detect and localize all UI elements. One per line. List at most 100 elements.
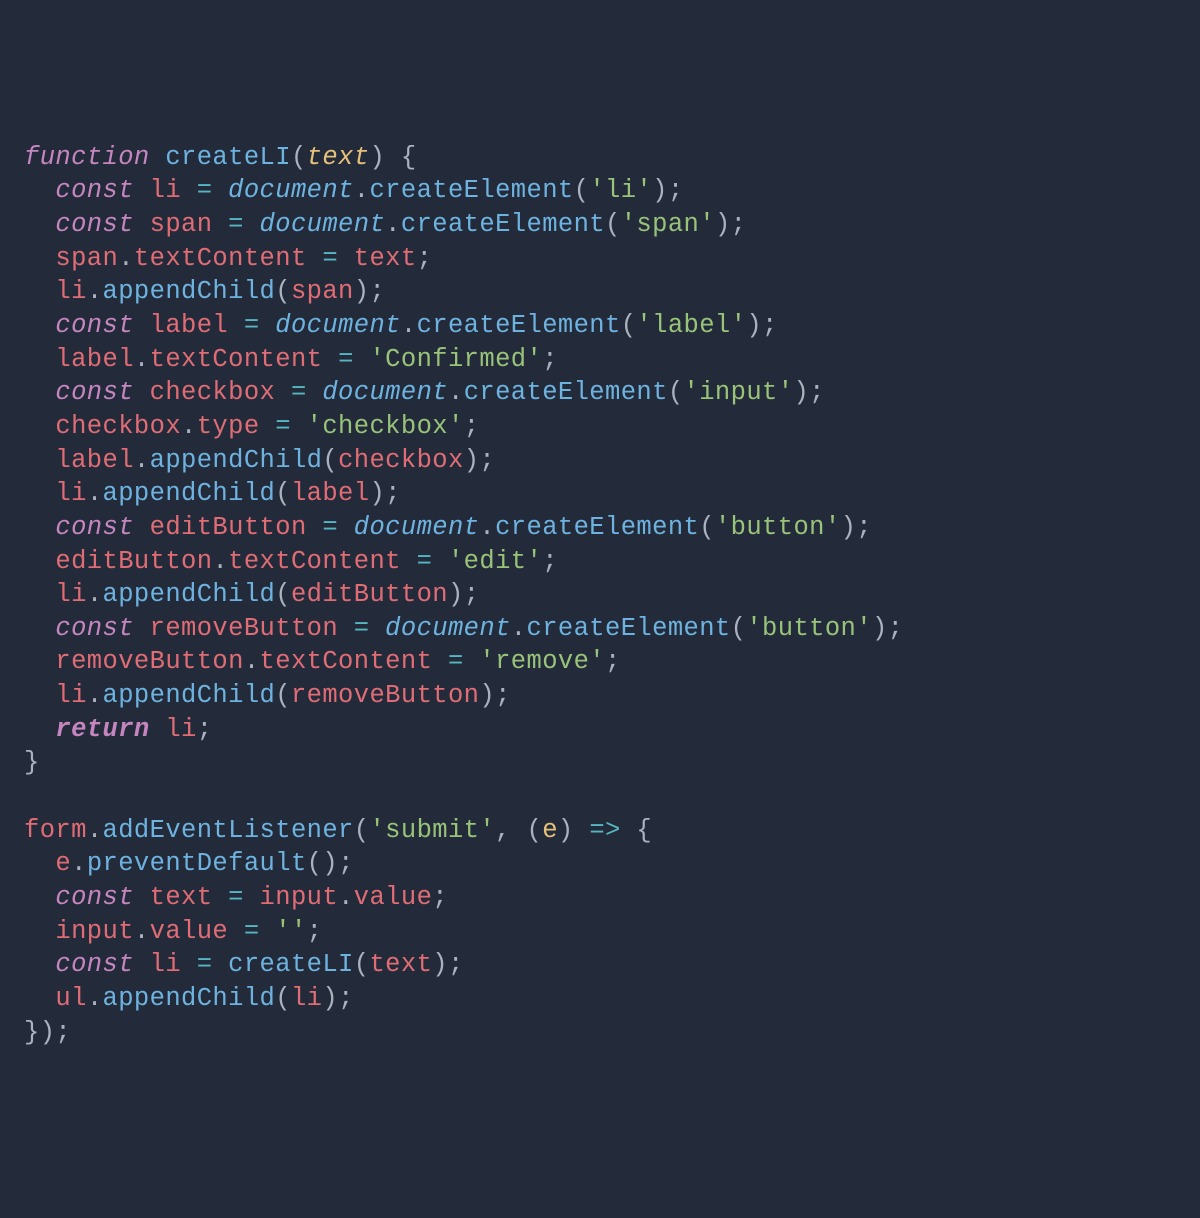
code-token: ( (275, 479, 291, 508)
code-token (150, 143, 166, 172)
code-token (134, 210, 150, 239)
code-token: = (338, 345, 354, 374)
code-token: editButton (291, 580, 448, 609)
code-token: ; (464, 580, 480, 609)
code-token: li (150, 950, 181, 979)
code-line: function createLI(text) { (24, 141, 1176, 175)
code-token: ; (338, 849, 354, 878)
code-line: span.textContent = text; (24, 242, 1176, 276)
code-token: textContent (134, 244, 307, 273)
code-token: label (55, 446, 134, 475)
code-token: ( (275, 277, 291, 306)
code-token: ( (322, 446, 338, 475)
code-token: const (55, 950, 134, 979)
code-token: appendChild (103, 580, 276, 609)
code-token: ) (872, 614, 888, 643)
code-token: ) (369, 479, 385, 508)
code-token: . (448, 378, 464, 407)
code-token: appendChild (103, 984, 276, 1013)
code-token: => (589, 816, 620, 845)
code-token: ; (385, 479, 401, 508)
code-token: label (291, 479, 370, 508)
code-token (212, 210, 228, 239)
code-token: ; (338, 984, 354, 1013)
code-token: 'span' (621, 210, 715, 239)
code-token (260, 917, 276, 946)
code-line: label.appendChild(checkbox); (24, 444, 1176, 478)
code-token: = (417, 547, 433, 576)
code-token (338, 244, 354, 273)
code-token: . (385, 210, 401, 239)
code-token: li (55, 681, 86, 710)
code-token: ul (55, 984, 86, 1013)
code-token (181, 176, 197, 205)
code-token: const (55, 176, 134, 205)
code-token (307, 244, 323, 273)
code-token: li (291, 984, 322, 1013)
code-token: ) (558, 816, 574, 845)
code-line: li.appendChild(label); (24, 477, 1176, 511)
code-token (385, 143, 401, 172)
code-token: ) (369, 143, 385, 172)
code-line: const li = createLI(text); (24, 948, 1176, 982)
code-token: . (401, 311, 417, 340)
code-token (228, 311, 244, 340)
code-token (260, 311, 276, 340)
code-token: . (87, 580, 103, 609)
code-token: ; (542, 345, 558, 374)
code-token: ) (40, 1018, 56, 1047)
code-token: ( (291, 143, 307, 172)
code-token: checkbox (338, 446, 464, 475)
code-token: . (71, 849, 87, 878)
code-token: createLI (165, 143, 291, 172)
code-token: li (55, 277, 86, 306)
code-token: 'checkbox' (307, 412, 464, 441)
code-token: ( (307, 849, 323, 878)
code-token: = (291, 378, 307, 407)
code-token (338, 513, 354, 542)
code-token (181, 950, 197, 979)
code-token: checkbox (150, 378, 276, 407)
code-token: const (55, 614, 134, 643)
code-token: e (542, 816, 558, 845)
code-token: ; (55, 1018, 71, 1047)
code-editor-content[interactable]: function createLI(text) { const li = doc… (24, 141, 1176, 1050)
code-token: document (322, 378, 448, 407)
code-token: ( (527, 816, 543, 845)
code-token: = (448, 647, 464, 676)
code-token (464, 647, 480, 676)
code-token: addEventListener (103, 816, 354, 845)
code-token (212, 950, 228, 979)
code-token: ( (275, 984, 291, 1013)
code-token: ) (793, 378, 809, 407)
code-token: ; (888, 614, 904, 643)
code-token: e (55, 849, 71, 878)
code-token: preventDefault (87, 849, 307, 878)
code-token: ) (715, 210, 731, 239)
code-token: ( (275, 580, 291, 609)
code-token: appendChild (103, 277, 276, 306)
code-token (212, 176, 228, 205)
code-token: . (479, 513, 495, 542)
code-token: label (150, 311, 229, 340)
code-token (134, 614, 150, 643)
code-token (134, 883, 150, 912)
code-token: ) (746, 311, 762, 340)
code-token: . (181, 412, 197, 441)
code-token: . (511, 614, 527, 643)
code-token: createLI (228, 950, 354, 979)
code-token: . (338, 883, 354, 912)
code-token: = (354, 614, 370, 643)
code-token: } (24, 1018, 40, 1047)
code-token: , (495, 816, 511, 845)
code-token (574, 816, 590, 845)
code-token: textContent (228, 547, 401, 576)
code-token: . (354, 176, 370, 205)
code-token: 'edit' (448, 547, 542, 576)
code-token: ) (432, 950, 448, 979)
code-token: 'input' (684, 378, 794, 407)
code-token: ; (495, 681, 511, 710)
code-token: ) (652, 176, 668, 205)
code-token: . (87, 479, 103, 508)
code-token (275, 378, 291, 407)
